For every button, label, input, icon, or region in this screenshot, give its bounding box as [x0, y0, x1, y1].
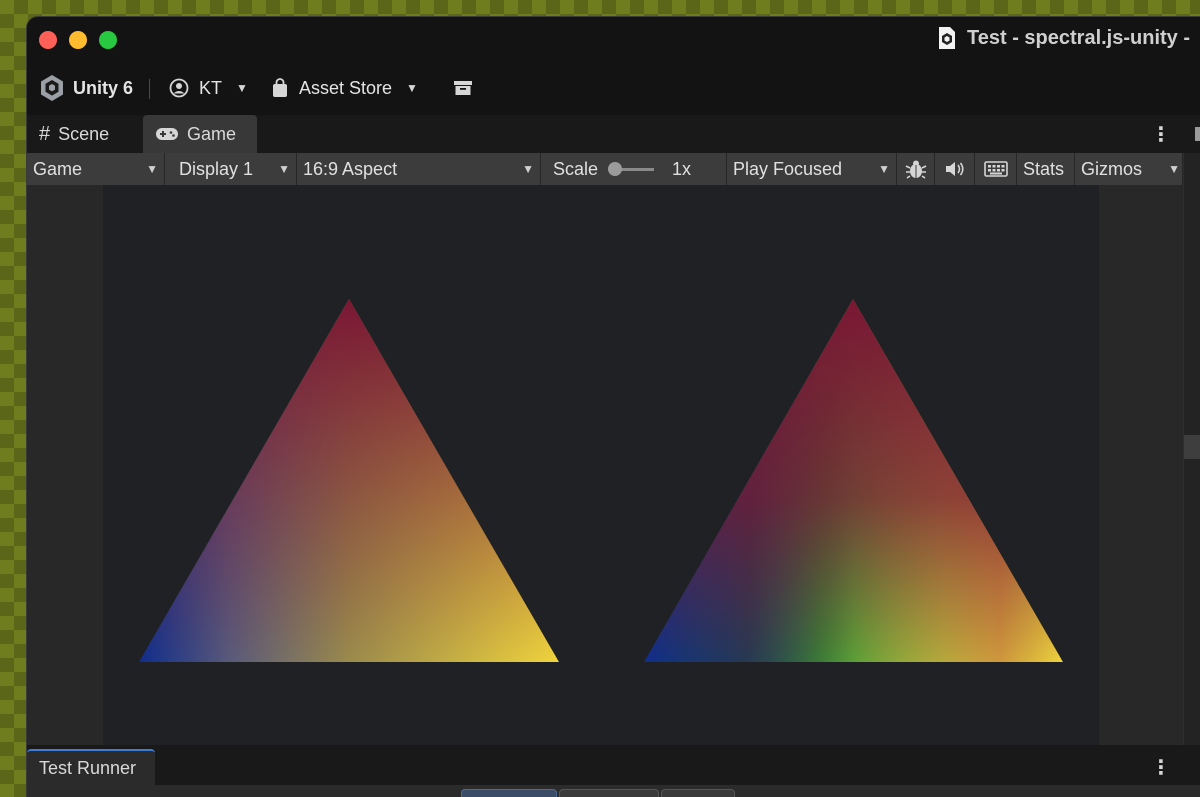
view-mode-dropdown[interactable]: Game ▼: [27, 153, 165, 185]
game-viewport[interactable]: [27, 185, 1183, 745]
archive-icon[interactable]: [453, 67, 473, 109]
main-toolbar: Unity 6 KT ▼ Asset Store ▼: [27, 67, 1200, 109]
scale-label: Scale: [553, 158, 599, 179]
unity-logo-icon[interactable]: [39, 67, 65, 109]
tab-game-label: Game: [187, 123, 237, 144]
test-runner-mode-tab[interactable]: [559, 789, 659, 797]
editor-tab-strip: # Scene Game ⋮: [27, 115, 1200, 153]
window-title: Test - spectral.js-unity -: [967, 27, 1191, 49]
scale-slider-handle[interactable]: [608, 161, 623, 176]
kebab-icon[interactable]: ⋮: [1151, 115, 1171, 153]
scale-control: Scale 1x: [541, 153, 727, 185]
bottom-panel: Test Runner ⋮: [27, 745, 1200, 797]
account-dropdown[interactable]: KT ▼: [169, 67, 248, 109]
stats-label: Stats: [1023, 158, 1065, 179]
right-triangle: [644, 299, 1063, 662]
asset-store-dropdown[interactable]: Asset Store ▼: [271, 67, 418, 109]
tab-scene[interactable]: # Scene: [27, 115, 121, 153]
kebab-icon[interactable]: ⋮: [1151, 749, 1171, 785]
test-runner-body: [27, 785, 1200, 797]
chevron-down-icon: ▼: [1168, 162, 1180, 176]
asset-store-label: Asset Store: [299, 77, 393, 98]
chevron-down-icon: ▼: [878, 162, 890, 176]
panel-options-icon[interactable]: [1195, 127, 1200, 141]
shopping-bag-icon: [273, 78, 287, 97]
tab-test-runner-label: Test Runner: [39, 757, 137, 778]
aspect-label: 16:9 Aspect: [303, 158, 398, 179]
tab-test-runner[interactable]: Test Runner: [27, 749, 155, 785]
close-window-button[interactable]: [39, 31, 57, 49]
gizmos-dropdown[interactable]: Gizmos ▼: [1075, 153, 1183, 185]
maximize-window-button[interactable]: [99, 31, 117, 49]
account-label: KT: [199, 77, 223, 98]
unity-version-label: Unity 6: [73, 77, 134, 98]
display-label: Display 1: [179, 158, 254, 179]
display-dropdown[interactable]: Display 1 ▼: [165, 153, 297, 185]
scale-slider[interactable]: [608, 161, 655, 176]
chevron-down-icon: ▼: [236, 81, 248, 95]
game-canvas[interactable]: [103, 185, 1099, 745]
chevron-down-icon: ▼: [278, 162, 290, 176]
keyboard-icon[interactable]: [975, 153, 1017, 185]
title-bar: Test - spectral.js-unity -: [27, 17, 1200, 61]
unity-editor-window: Test - spectral.js-unity - Unity 6 KT ▼: [26, 16, 1200, 797]
grid-icon: #: [39, 122, 51, 145]
account-icon: [169, 78, 189, 98]
test-runner-mode-tab[interactable]: [661, 789, 735, 797]
aspect-dropdown[interactable]: 16:9 Aspect ▼: [297, 153, 541, 185]
scale-value: 1x: [672, 158, 692, 179]
toolbar-divider: [149, 79, 150, 99]
side-scrollbar[interactable]: ▼: [1183, 153, 1200, 797]
stats-button[interactable]: Stats: [1017, 153, 1075, 185]
view-mode-label: Game: [33, 158, 83, 179]
test-runner-mode-tab[interactable]: [461, 789, 557, 797]
left-triangle: [139, 299, 559, 662]
chevron-down-icon: ▼: [146, 162, 158, 176]
gamepad-icon: [156, 128, 178, 140]
scrollbar-thumb[interactable]: [1184, 435, 1200, 459]
play-mode-label: Play Focused: [733, 158, 843, 179]
chevron-down-icon: ▼: [522, 162, 534, 176]
audio-icon[interactable]: [935, 153, 975, 185]
tab-scene-label: Scene: [58, 123, 110, 144]
chevron-down-icon: ▼: [406, 81, 418, 95]
game-view-toolbar: Game ▼ Display 1 ▼ 16:9 Aspect ▼ Scale 1…: [27, 153, 1183, 185]
tab-game[interactable]: Game: [143, 115, 257, 153]
bug-icon[interactable]: [897, 153, 935, 185]
document-icon: [939, 27, 955, 49]
gizmos-label: Gizmos: [1081, 158, 1143, 179]
play-mode-dropdown[interactable]: Play Focused ▼: [727, 153, 897, 185]
triangles-render: [139, 299, 1063, 662]
minimize-window-button[interactable]: [69, 31, 87, 49]
